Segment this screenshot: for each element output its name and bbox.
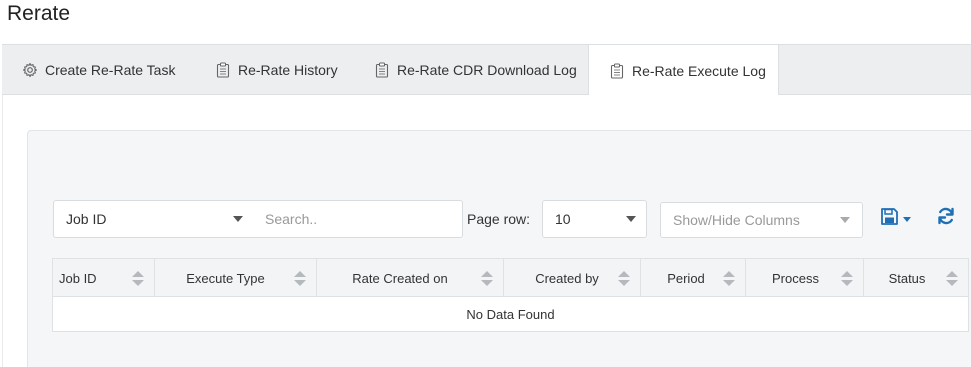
sort-icon xyxy=(132,271,144,287)
export-save-button[interactable] xyxy=(880,207,911,231)
search-field-select[interactable]: Job ID xyxy=(53,200,254,238)
column-header-status[interactable]: Status xyxy=(864,259,968,297)
tab-label: Re-Rate History xyxy=(238,62,338,78)
show-hide-columns-select[interactable]: Show/Hide Columns xyxy=(660,202,863,238)
sort-icon xyxy=(723,271,735,287)
table-header: Job ID Execute Type Rate Created on Crea… xyxy=(53,259,968,297)
empty-message: No Data Found xyxy=(466,306,555,322)
tab-rerate-cdr-download-log[interactable]: Re-Rate CDR Download Log xyxy=(354,45,588,95)
sort-icon xyxy=(481,271,493,287)
page-row-value: 10 xyxy=(555,211,571,227)
column-header-rate-created-on[interactable]: Rate Created on xyxy=(317,259,504,297)
search-input[interactable] xyxy=(253,200,463,238)
page-row-label: Page row: xyxy=(467,211,531,227)
sort-icon xyxy=(618,271,630,287)
chevron-down-icon xyxy=(626,216,636,222)
page-title: Rerate xyxy=(7,2,71,25)
clipboard-icon xyxy=(215,62,231,78)
execute-log-table: Job ID Execute Type Rate Created on Crea… xyxy=(52,258,969,332)
tab-label: Re-Rate CDR Download Log xyxy=(397,62,577,78)
column-header-job-id[interactable]: Job ID xyxy=(53,259,155,297)
floppy-disk-icon xyxy=(880,207,899,231)
clipboard-icon xyxy=(609,63,625,79)
tab-rerate-execute-log[interactable]: Re-Rate Execute Log xyxy=(588,45,779,96)
refresh-icon xyxy=(936,206,956,231)
sort-icon xyxy=(946,271,958,287)
page-row-select[interactable]: 10 xyxy=(542,200,647,238)
chevron-down-icon xyxy=(840,217,850,223)
chevron-down-icon xyxy=(233,216,243,222)
search-field-value: Job ID xyxy=(66,211,107,227)
column-header-created-by[interactable]: Created by xyxy=(504,259,641,297)
show-hide-columns-placeholder: Show/Hide Columns xyxy=(673,212,800,228)
chevron-down-icon xyxy=(903,216,911,222)
sort-icon xyxy=(294,271,306,287)
refresh-button[interactable] xyxy=(936,206,956,231)
tab-label: Re-Rate Execute Log xyxy=(632,62,766,79)
tab-bar: Create Re-Rate Task Re-Rate History Re-R… xyxy=(2,44,971,96)
tab-create-rerate-task[interactable]: Create Re-Rate Task xyxy=(2,45,178,95)
sort-icon xyxy=(841,271,853,287)
clipboard-icon xyxy=(374,62,390,78)
column-header-process[interactable]: Process xyxy=(746,259,864,297)
tab-rerate-history[interactable]: Re-Rate History xyxy=(195,45,353,95)
gear-icon xyxy=(22,62,38,78)
column-header-execute-type[interactable]: Execute Type xyxy=(155,259,317,297)
tab-label: Create Re-Rate Task xyxy=(45,62,176,78)
column-header-period[interactable]: Period xyxy=(641,259,746,297)
